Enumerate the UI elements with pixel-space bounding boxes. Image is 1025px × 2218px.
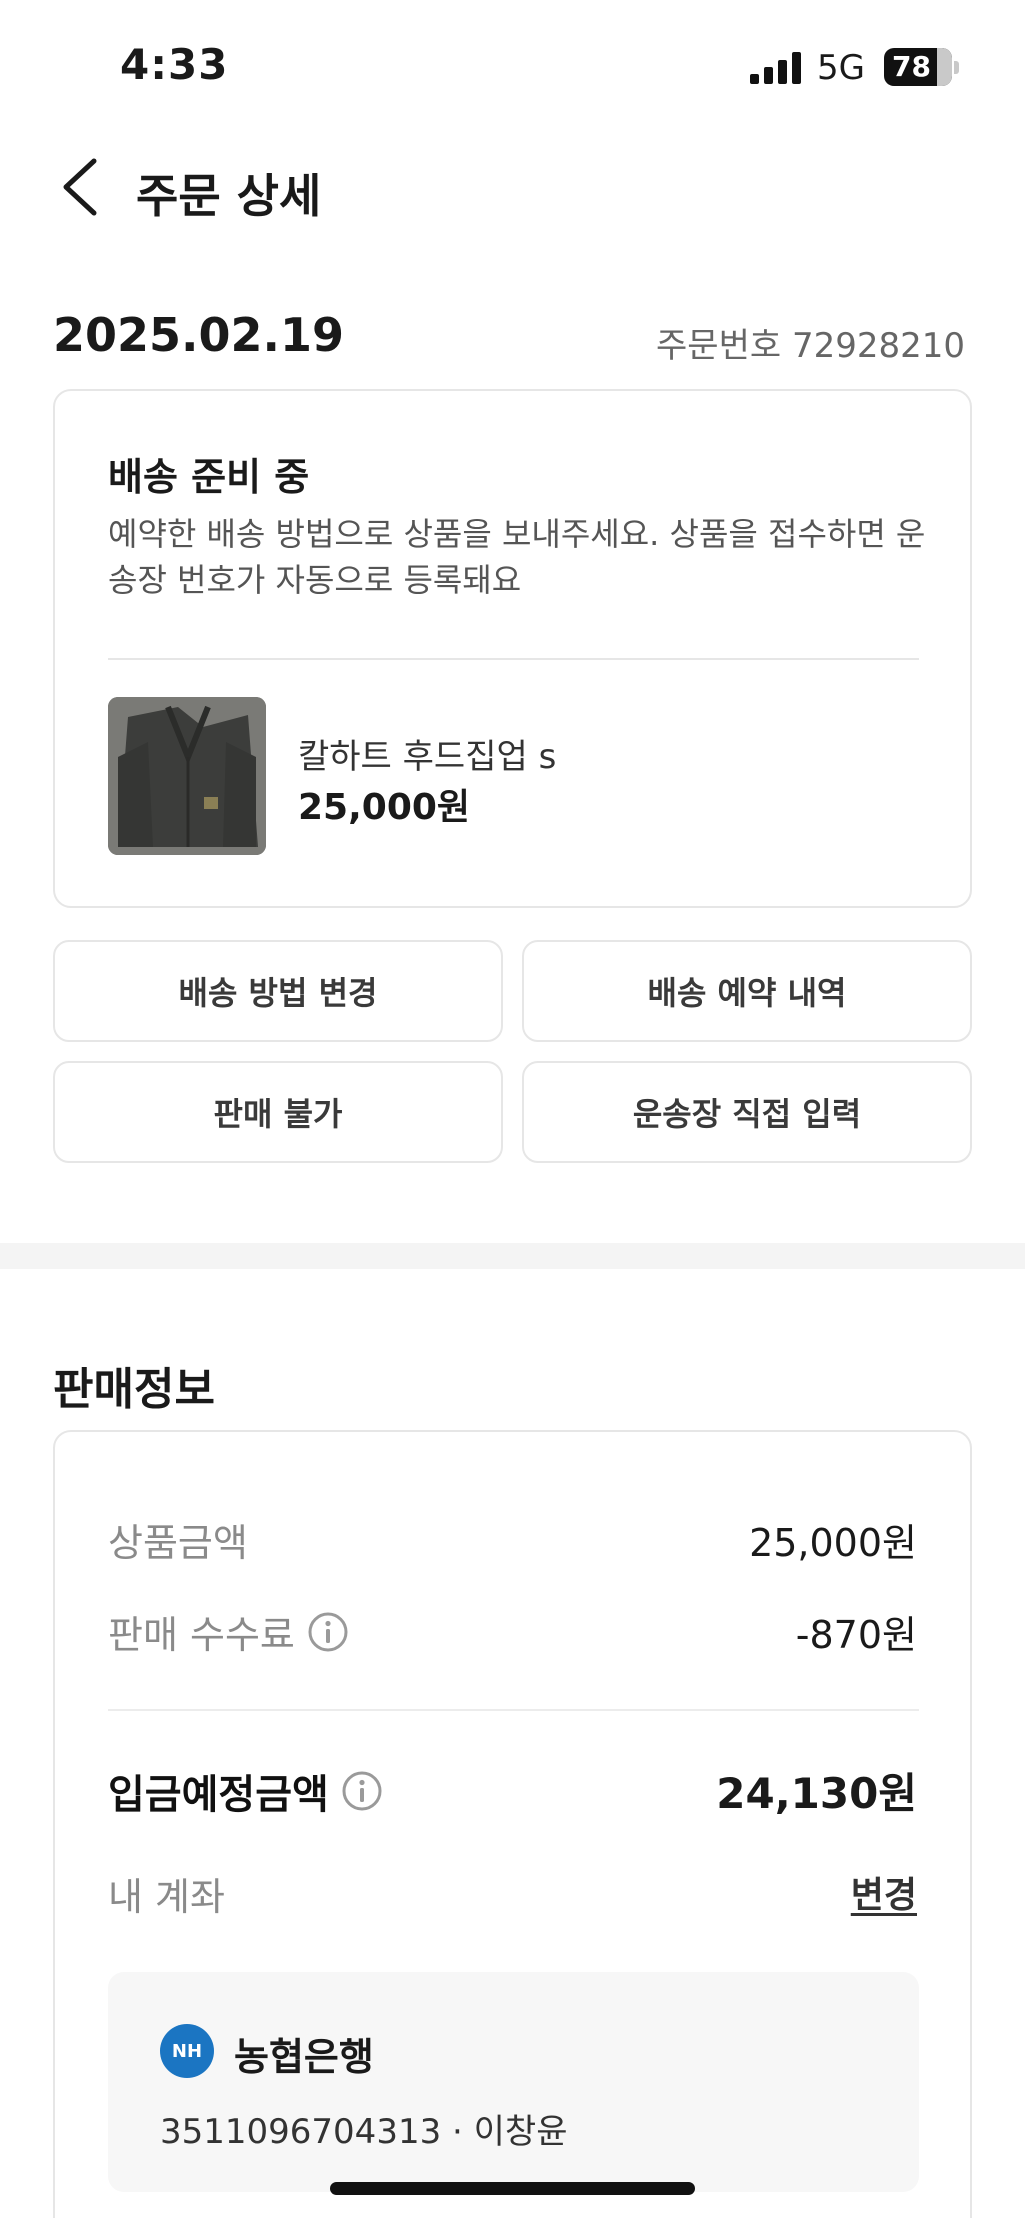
shipping-reservation-button[interactable]: 배송 예약 내역 bbox=[522, 940, 972, 1042]
enter-tracking-number-button[interactable]: 운송장 직접 입력 bbox=[522, 1061, 972, 1163]
change-account-link[interactable]: 변경 bbox=[851, 1866, 917, 1918]
battery-cap bbox=[954, 61, 959, 74]
back-icon[interactable] bbox=[58, 155, 102, 219]
signal-icon bbox=[750, 52, 801, 84]
sales-fee-label: 판매 수수료 bbox=[108, 1613, 295, 1657]
product-price: 25,000원 bbox=[298, 787, 471, 828]
divider bbox=[108, 1709, 919, 1711]
info-icon[interactable] bbox=[307, 1611, 349, 1653]
shipping-status-card: 배송 준비 중 예약한 배송 방법으로 상품을 보내주세요. 상품을 접수하면 … bbox=[53, 389, 972, 908]
product-thumbnail[interactable] bbox=[108, 697, 266, 855]
sales-fee-row: 판매 수수료 bbox=[108, 1604, 349, 1659]
battery-icon: 78 bbox=[884, 48, 952, 86]
bank-name: 농협은행 bbox=[234, 2035, 374, 2079]
status-bar: 4:33 5G 78 bbox=[0, 0, 1025, 130]
expected-deposit-value: 24,130원 bbox=[716, 1769, 917, 1818]
page-title: 주문 상세 bbox=[136, 169, 322, 223]
shipping-status-title: 배송 준비 중 bbox=[108, 455, 310, 499]
expected-deposit-row: 입금예정금액 bbox=[108, 1762, 383, 1820]
divider bbox=[108, 658, 919, 660]
bank-account-box: NH 농협은행 3511096704313 · 이창윤 bbox=[108, 1972, 919, 2192]
section-divider bbox=[0, 1243, 1025, 1269]
my-account-label: 내 계좌 bbox=[108, 1875, 225, 1919]
sales-info-title: 판매정보 bbox=[53, 1364, 215, 1415]
shipping-status-description: 예약한 배송 방법으로 상품을 보내주세요. 상품을 접수하면 운송장 번호가 … bbox=[108, 515, 926, 599]
change-shipping-method-button[interactable]: 배송 방법 변경 bbox=[53, 940, 503, 1042]
order-date: 2025.02.19 bbox=[53, 308, 345, 362]
expected-deposit-label: 입금예정금액 bbox=[108, 1772, 329, 1818]
home-indicator bbox=[330, 2182, 695, 2195]
sales-info-card: 상품금액 25,000원 판매 수수료 -870원 입금예정금액 24,130원… bbox=[53, 1430, 972, 2218]
order-number: 주문번호 72928210 bbox=[656, 326, 965, 366]
not-for-sale-button[interactable]: 판매 불가 bbox=[53, 1061, 503, 1163]
product-amount-value: 25,000원 bbox=[749, 1521, 917, 1565]
battery-level: 78 bbox=[892, 50, 931, 83]
bank-account-number: 3511096704313 · 이창윤 bbox=[160, 2112, 568, 2152]
product-amount-label: 상품금액 bbox=[108, 1521, 248, 1565]
product-name[interactable]: 칼하트 후드집업 s bbox=[298, 729, 556, 778]
network-label: 5G bbox=[817, 48, 865, 88]
sales-fee-value: -870원 bbox=[795, 1613, 917, 1657]
info-icon[interactable] bbox=[341, 1770, 383, 1812]
nh-bank-logo-icon: NH bbox=[160, 2024, 214, 2078]
status-time: 4:33 bbox=[120, 40, 229, 89]
